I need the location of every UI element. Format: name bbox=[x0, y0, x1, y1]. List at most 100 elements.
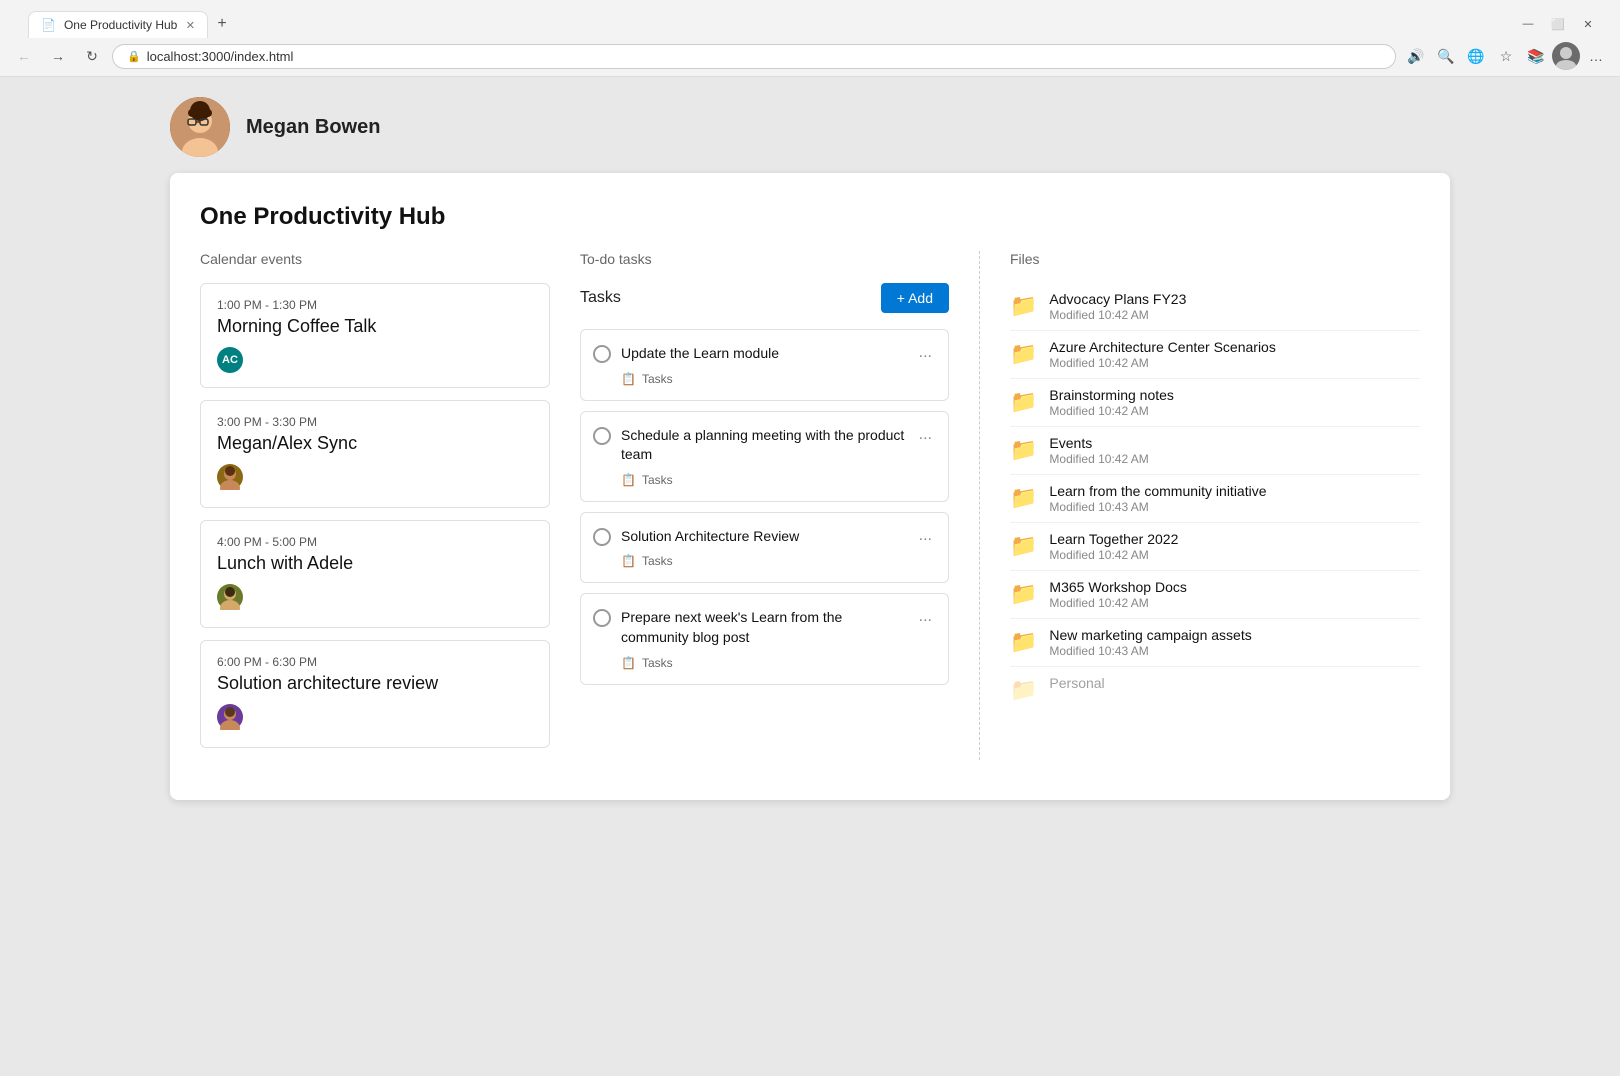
event-avatar bbox=[217, 584, 243, 610]
event-title: Solution architecture review bbox=[217, 673, 533, 694]
task-meta-label: Tasks bbox=[642, 554, 673, 568]
event-card: 1:00 PM - 1:30 PM Morning Coffee Talk AC bbox=[200, 283, 550, 388]
profile-avatar[interactable] bbox=[1552, 42, 1580, 70]
task-item: Prepare next week's Learn from the commu… bbox=[580, 593, 949, 684]
folder-icon: 📁 bbox=[1010, 485, 1037, 511]
task-meta-icon: 📋 bbox=[621, 473, 636, 487]
zoom-button[interactable]: 🔍 bbox=[1432, 42, 1460, 70]
user-header: Megan Bowen bbox=[170, 97, 1450, 157]
browser-toolbar: 🔊 🔍 🌐 ☆ 📚 … bbox=[1402, 42, 1610, 70]
task-more-button[interactable]: ... bbox=[915, 344, 936, 362]
file-meta: Modified 10:42 AM bbox=[1049, 404, 1420, 418]
task-checkbox[interactable] bbox=[593, 345, 611, 363]
event-title: Morning Coffee Talk bbox=[217, 316, 533, 337]
page-background: Megan Bowen One Productivity Hub Calenda… bbox=[0, 77, 1620, 1073]
file-item[interactable]: 📁 Advocacy Plans FY23 Modified 10:42 AM bbox=[1010, 283, 1420, 331]
url-bar[interactable]: 🔒 localhost:3000/index.html bbox=[112, 44, 1396, 69]
read-aloud-button[interactable]: 🔊 bbox=[1402, 42, 1430, 70]
task-checkbox[interactable] bbox=[593, 528, 611, 546]
task-row: Solution Architecture Review ... bbox=[593, 527, 936, 547]
file-meta: Modified 10:42 AM bbox=[1049, 548, 1420, 562]
refresh-button[interactable]: ↻ bbox=[78, 42, 106, 70]
folder-icon: 📁 bbox=[1010, 677, 1037, 703]
active-tab[interactable]: 📄 One Productivity Hub ✕ bbox=[28, 11, 208, 38]
lock-icon: 🔒 bbox=[127, 50, 141, 63]
page-title: One Productivity Hub bbox=[200, 203, 1420, 231]
task-more-button[interactable]: ... bbox=[915, 527, 936, 545]
file-meta: Modified 10:42 AM bbox=[1049, 356, 1420, 370]
file-item[interactable]: 📁 New marketing campaign assets Modified… bbox=[1010, 619, 1420, 667]
task-row: Prepare next week's Learn from the commu… bbox=[593, 608, 936, 647]
file-info: New marketing campaign assets Modified 1… bbox=[1049, 627, 1420, 658]
collections-button[interactable]: 📚 bbox=[1522, 42, 1550, 70]
event-avatar: AC bbox=[217, 347, 243, 373]
file-info: Events Modified 10:42 AM bbox=[1049, 435, 1420, 466]
task-meta: 📋 Tasks bbox=[621, 656, 936, 670]
event-avatar bbox=[217, 704, 243, 730]
task-checkbox[interactable] bbox=[593, 609, 611, 627]
file-item[interactable]: 📁 Brainstorming notes Modified 10:42 AM bbox=[1010, 379, 1420, 427]
event-card: 6:00 PM - 6:30 PM Solution architecture … bbox=[200, 640, 550, 748]
event-title: Lunch with Adele bbox=[217, 553, 533, 574]
browser-titlebar: 📄 One Productivity Hub ✕ + — ⬜ ✕ bbox=[0, 0, 1620, 38]
task-text: Schedule a planning meeting with the pro… bbox=[621, 426, 905, 465]
forward-button[interactable]: → bbox=[44, 42, 72, 70]
task-checkbox[interactable] bbox=[593, 427, 611, 445]
file-name: New marketing campaign assets bbox=[1049, 627, 1420, 643]
task-row: Schedule a planning meeting with the pro… bbox=[593, 426, 936, 465]
event-card: 4:00 PM - 5:00 PM Lunch with Adele bbox=[200, 520, 550, 628]
task-meta-icon: 📋 bbox=[621, 656, 636, 670]
close-button[interactable]: ✕ bbox=[1574, 10, 1602, 38]
folder-icon: 📁 bbox=[1010, 629, 1037, 655]
file-meta: Modified 10:42 AM bbox=[1049, 308, 1420, 322]
file-name: Events bbox=[1049, 435, 1420, 451]
settings-button[interactable]: … bbox=[1582, 42, 1610, 70]
file-item[interactable]: 📁 M365 Workshop Docs Modified 10:42 AM bbox=[1010, 571, 1420, 619]
folder-icon: 📁 bbox=[1010, 581, 1037, 607]
task-meta: 📋 Tasks bbox=[621, 473, 936, 487]
files-column-header: Files bbox=[1010, 251, 1420, 267]
task-text: Update the Learn module bbox=[621, 344, 905, 364]
minimize-button[interactable]: — bbox=[1514, 10, 1542, 38]
file-item[interactable]: 📁 Events Modified 10:42 AM bbox=[1010, 427, 1420, 475]
main-card: One Productivity Hub Calendar events 1:0… bbox=[170, 173, 1450, 800]
task-more-button[interactable]: ... bbox=[915, 608, 936, 626]
tab-bar: 📄 One Productivity Hub ✕ + bbox=[18, 6, 246, 38]
tasks-column: To-do tasks Tasks + Add Update the Learn… bbox=[580, 251, 980, 760]
back-button[interactable]: ← bbox=[10, 42, 38, 70]
event-time: 3:00 PM - 3:30 PM bbox=[217, 415, 533, 429]
tab-close-button[interactable]: ✕ bbox=[186, 19, 195, 32]
tab-favicon-icon: 📄 bbox=[41, 18, 56, 32]
file-item[interactable]: 📁 Learn Together 2022 Modified 10:42 AM bbox=[1010, 523, 1420, 571]
add-task-button[interactable]: + Add bbox=[881, 283, 949, 313]
file-meta: Modified 10:42 AM bbox=[1049, 452, 1420, 466]
task-text: Solution Architecture Review bbox=[621, 527, 905, 547]
file-meta: Modified 10:42 AM bbox=[1049, 596, 1420, 610]
file-name: M365 Workshop Docs bbox=[1049, 579, 1420, 595]
favorites-button[interactable]: ☆ bbox=[1492, 42, 1520, 70]
tasks-header: Tasks + Add bbox=[580, 283, 949, 313]
tasks-label: Tasks bbox=[580, 289, 621, 307]
task-item: Solution Architecture Review ... 📋 Tasks bbox=[580, 512, 949, 584]
tab-title: One Productivity Hub bbox=[64, 18, 178, 32]
event-avatar bbox=[217, 464, 243, 490]
event-time: 6:00 PM - 6:30 PM bbox=[217, 655, 533, 669]
event-card: 3:00 PM - 3:30 PM Megan/Alex Sync bbox=[200, 400, 550, 508]
file-item[interactable]: 📁 Learn from the community initiative Mo… bbox=[1010, 475, 1420, 523]
task-item: Update the Learn module ... 📋 Tasks bbox=[580, 329, 949, 401]
task-more-button[interactable]: ... bbox=[915, 426, 936, 444]
folder-icon: 📁 bbox=[1010, 341, 1037, 367]
task-meta: 📋 Tasks bbox=[621, 372, 936, 386]
file-name: Learn from the community initiative bbox=[1049, 483, 1420, 499]
file-info: Azure Architecture Center Scenarios Modi… bbox=[1049, 339, 1420, 370]
file-item[interactable]: 📁 Azure Architecture Center Scenarios Mo… bbox=[1010, 331, 1420, 379]
file-info: Personal bbox=[1049, 675, 1420, 691]
new-tab-button[interactable]: + bbox=[208, 10, 236, 38]
file-meta: Modified 10:43 AM bbox=[1049, 644, 1420, 658]
browser-extras-button[interactable]: 🌐 bbox=[1462, 42, 1490, 70]
file-item[interactable]: 📁 Personal bbox=[1010, 667, 1420, 711]
file-info: Learn from the community initiative Modi… bbox=[1049, 483, 1420, 514]
file-name: Azure Architecture Center Scenarios bbox=[1049, 339, 1420, 355]
avatar-image bbox=[170, 97, 230, 157]
maximize-button[interactable]: ⬜ bbox=[1544, 10, 1572, 38]
